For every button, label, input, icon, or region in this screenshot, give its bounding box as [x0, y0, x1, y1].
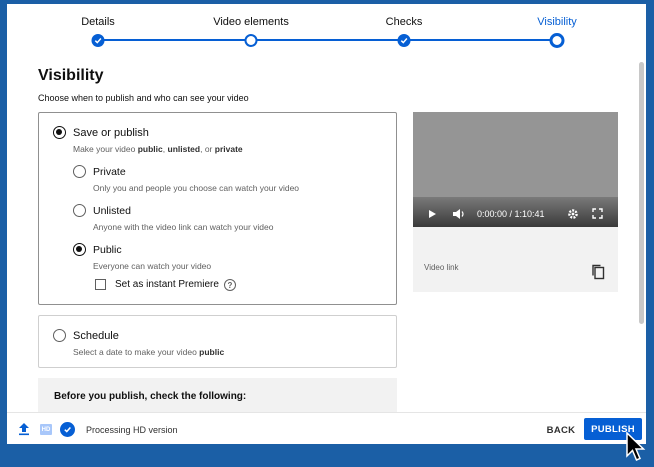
- stepper-line: [98, 39, 557, 41]
- play-icon[interactable]: [427, 209, 437, 219]
- private-desc: Only you and people you choose can watch…: [93, 183, 300, 193]
- step-details-label[interactable]: Details: [81, 16, 115, 28]
- instant-premiere-checkbox[interactable]: [95, 279, 106, 290]
- video-preview-panel: 0:00:00 / 1:10:41 Video link: [413, 112, 618, 292]
- volume-icon[interactable]: [452, 208, 466, 220]
- schedule-radio[interactable]: [53, 329, 66, 342]
- step-checks-label[interactable]: Checks: [386, 16, 423, 28]
- stepper: Details Video elements Checks Visibility: [7, 4, 646, 54]
- unlisted-radio[interactable]: [73, 204, 86, 217]
- save-or-publish-desc: Make your video public, unlisted, or pri…: [73, 144, 243, 154]
- upload-icon: [19, 423, 29, 436]
- schedule-desc: Select a date to make your video public: [73, 347, 225, 357]
- private-radio[interactable]: [73, 165, 86, 178]
- unlisted-desc: Anyone with the video link can watch you…: [93, 222, 274, 232]
- instant-premiere-label: Set as instant Premiere: [115, 279, 219, 290]
- step-checks-check-icon[interactable]: [397, 34, 411, 47]
- step-video-elements-dot-icon[interactable]: [244, 34, 258, 47]
- video-time: 0:00:00 / 1:10:41: [477, 209, 545, 219]
- hd-badge-icon: HD: [40, 424, 52, 435]
- mouse-cursor-icon: [626, 432, 646, 461]
- checks-complete-icon: [60, 422, 75, 437]
- save-or-publish-label: Save or publish: [73, 127, 149, 139]
- upload-dialog: Details Video elements Checks Visibility…: [7, 4, 646, 444]
- public-radio[interactable]: [73, 243, 86, 256]
- step-video-elements-label[interactable]: Video elements: [213, 16, 289, 28]
- step-details-check-icon[interactable]: [91, 34, 105, 47]
- processing-status: Processing HD version: [86, 425, 178, 435]
- settings-gear-icon[interactable]: [567, 208, 579, 220]
- help-icon[interactable]: ?: [224, 279, 236, 291]
- save-or-publish-card[interactable]: Save or publish Make your video public, …: [38, 112, 397, 305]
- public-desc: Everyone can watch your video: [93, 261, 212, 271]
- fullscreen-icon[interactable]: [592, 208, 603, 219]
- video-link-label: Video link: [424, 263, 459, 272]
- private-label: Private: [93, 166, 126, 178]
- save-or-publish-radio[interactable]: [53, 126, 66, 139]
- page-subtitle: Choose when to publish and who can see y…: [38, 93, 249, 103]
- dialog-footer: HD Processing HD version BACK PUBLISH: [7, 412, 646, 444]
- step-visibility-label[interactable]: Visibility: [537, 16, 577, 28]
- video-player[interactable]: 0:00:00 / 1:10:41: [413, 112, 618, 227]
- schedule-label: Schedule: [73, 330, 119, 342]
- step-visibility-dot-icon[interactable]: [549, 33, 565, 48]
- scrollbar[interactable]: [639, 62, 644, 324]
- page-title: Visibility: [38, 67, 104, 84]
- back-button[interactable]: BACK: [542, 420, 580, 440]
- copy-icon[interactable]: [591, 264, 605, 280]
- public-label: Public: [93, 244, 122, 256]
- checklist-title: Before you publish, check the following:: [54, 391, 247, 402]
- schedule-card[interactable]: Schedule Select a date to make your vide…: [38, 315, 397, 368]
- unlisted-label: Unlisted: [93, 205, 131, 217]
